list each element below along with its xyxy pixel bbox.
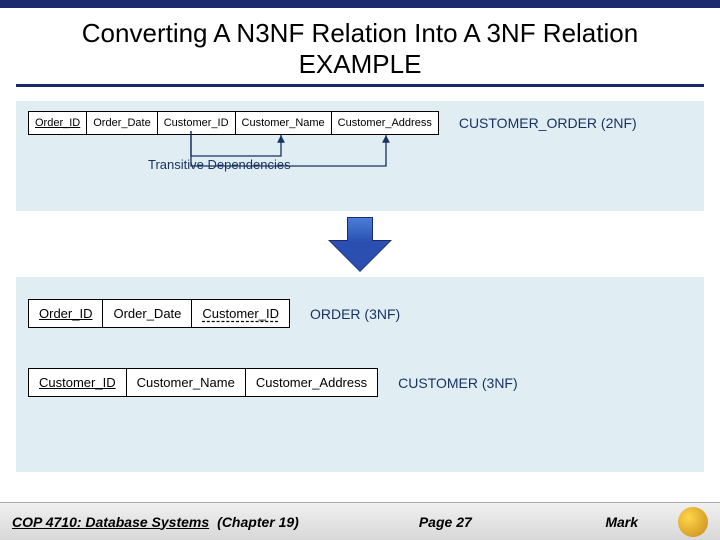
col-order-date: Order_Date [87, 112, 157, 134]
relation-customer-table: Customer_ID Customer_Name Customer_Addre… [28, 368, 378, 397]
relation-order-row: Order_ID Order_Date Customer_ID ORDER (3… [28, 299, 692, 328]
footer-chapter: (Chapter 19) [217, 514, 299, 530]
transitive-dependencies-label: Transitive Dependencies [148, 157, 692, 172]
customer-col-customer-address: Customer_Address [246, 369, 377, 396]
relation-order-name: ORDER (3NF) [310, 306, 400, 322]
col-customer-id: Customer_ID [158, 112, 236, 134]
col-order-id: Order_ID [29, 112, 87, 134]
col-customer-address: Customer_Address [332, 112, 438, 134]
title-underline [16, 84, 704, 87]
top-accent-bar [0, 0, 720, 8]
down-arrow-icon [330, 217, 390, 271]
order-col-customer-id: Customer_ID [192, 300, 289, 327]
slide-title: Converting A N3NF Relation Into A 3NF Re… [0, 8, 720, 95]
down-arrow-container [0, 217, 720, 271]
order-col-order-date: Order_Date [103, 300, 192, 327]
relation-customer-order-row: Order_ID Order_Date Customer_ID Customer… [28, 111, 692, 135]
col-customer-name: Customer_Name [236, 112, 332, 134]
customer-col-customer-id: Customer_ID [29, 369, 127, 396]
title-line-1: Converting A N3NF Relation Into A 3NF Re… [16, 18, 704, 49]
slide-footer: COP 4710: Database Systems (Chapter 19) … [0, 502, 720, 540]
relation-customer-name: CUSTOMER (3NF) [398, 375, 518, 391]
relation-customer-order-table: Order_ID Order_Date Customer_ID Customer… [28, 111, 439, 135]
ucf-logo-icon [678, 507, 708, 537]
order-col-order-id: Order_ID [29, 300, 103, 327]
relation-customer-order-name: CUSTOMER_ORDER (2NF) [459, 115, 637, 131]
relation-order-table: Order_ID Order_Date Customer_ID [28, 299, 290, 328]
customer-col-customer-name: Customer_Name [127, 369, 246, 396]
title-line-2: EXAMPLE [16, 49, 704, 80]
panel-2nf: Order_ID Order_Date Customer_ID Customer… [16, 101, 704, 211]
footer-author: Mark [605, 514, 638, 530]
panel-3nf: Order_ID Order_Date Customer_ID ORDER (3… [16, 277, 704, 472]
footer-course: COP 4710: Database Systems [12, 514, 209, 530]
footer-page: Page 27 [419, 514, 472, 530]
relation-customer-row: Customer_ID Customer_Name Customer_Addre… [28, 368, 692, 397]
